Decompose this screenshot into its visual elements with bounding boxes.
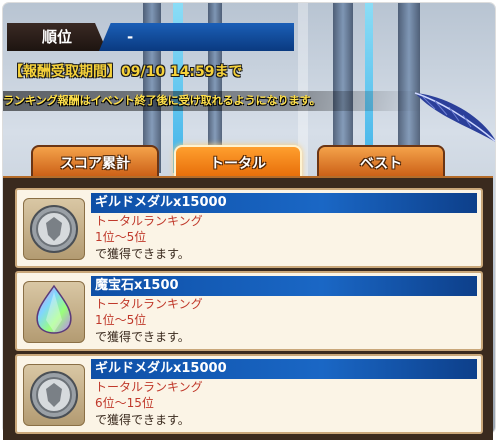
reward-item: ギルドメダルx15000 トータルランキング 1位〜5位 で獲得できます。 <box>15 188 483 268</box>
guild-medal-icon <box>23 198 85 260</box>
tab-label: ベスト <box>359 156 403 172</box>
reward-note: で獲得できます。 <box>95 413 190 427</box>
reward-item: 魔宝石x1500 トータルランキング 1位〜5位 で獲得できます。 <box>15 271 483 351</box>
reward-title: 魔宝石x1500 <box>91 276 477 296</box>
tab-label: トータル <box>210 156 266 172</box>
ranking-type: トータルランキング <box>95 214 203 228</box>
reward-title: ギルドメダルx15000 <box>91 193 477 213</box>
ranking-type: トータルランキング <box>95 297 203 311</box>
quill-icon <box>414 92 495 142</box>
magic-gem-icon <box>23 281 85 343</box>
reward-list[interactable]: ギルドメダルx15000 トータルランキング 1位〜5位 で獲得できます。 魔宝 <box>3 176 493 440</box>
rank-range: 1位〜5位 <box>95 313 147 327</box>
reward-period: 【報酬受取期間】09/10 14:59まで <box>9 64 243 80</box>
reward-item: ギルドメダルx15000 トータルランキング 6位〜15位 で獲得できます。 <box>15 354 483 434</box>
ranking-type: トータルランキング <box>95 380 203 394</box>
reward-title: ギルドメダルx15000 <box>91 359 477 379</box>
rank-range: 1位〜5位 <box>95 230 147 244</box>
reward-note: で獲得できます。 <box>95 330 190 344</box>
rank-bar: 順位 - <box>7 23 307 51</box>
reward-note: で獲得できます。 <box>95 247 190 261</box>
tab-label: スコア累計 <box>60 156 130 172</box>
reward-notice: ランキング報酬はイベント終了後に受け取れるようになります。 <box>3 91 423 111</box>
rank-range: 6位〜15位 <box>95 396 154 410</box>
rank-value: - <box>99 23 294 51</box>
rank-label: 順位 <box>7 23 107 51</box>
guild-medal-icon <box>23 364 85 426</box>
